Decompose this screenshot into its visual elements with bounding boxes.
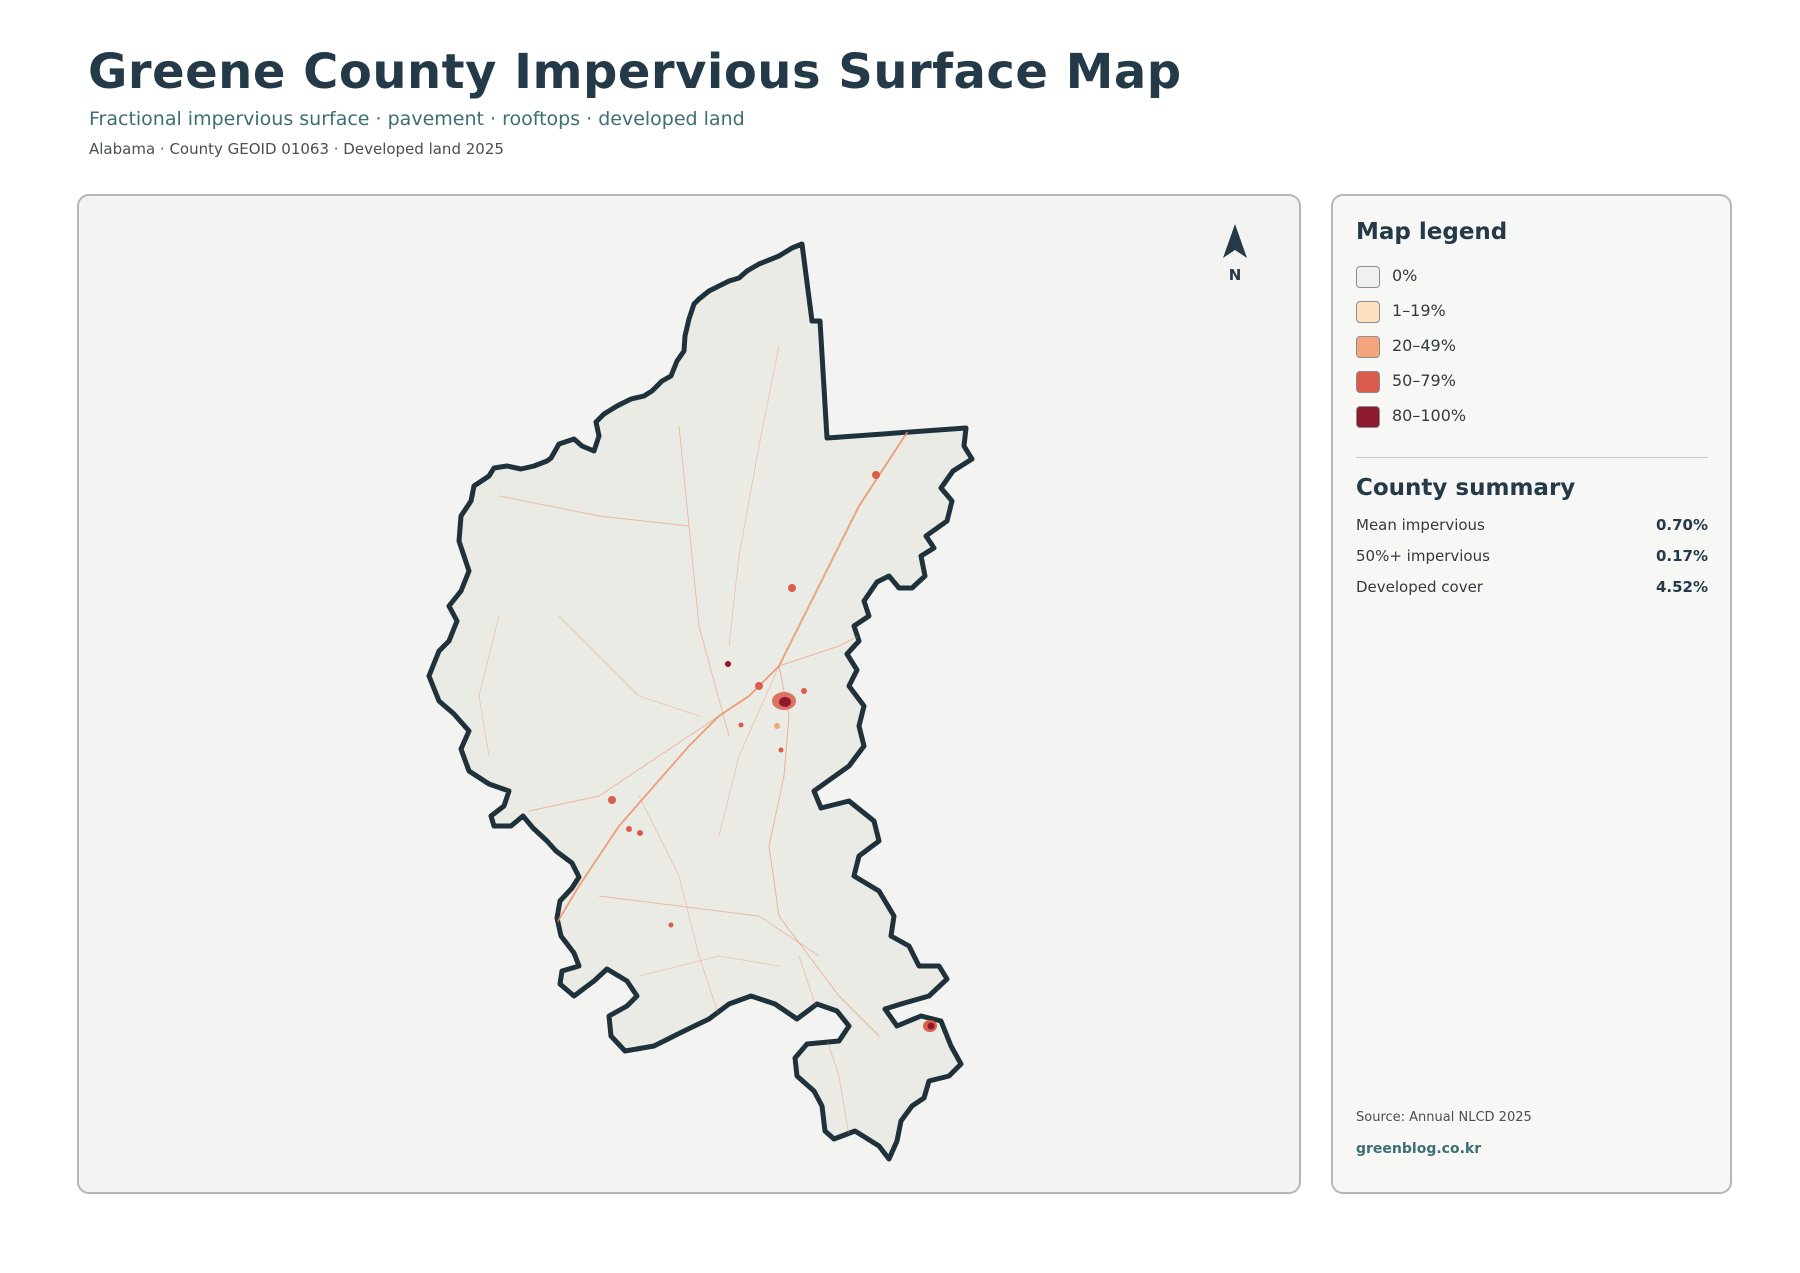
legend-item: 20–49% [1356, 336, 1466, 371]
union-core [927, 1022, 935, 1030]
town-spot [778, 747, 784, 753]
eutaw-core [779, 697, 791, 707]
town-spot [725, 661, 731, 667]
legend-list: 0% 1–19% 20–49% 50–79% 80–100% [1356, 266, 1466, 441]
summary-row: Developed cover 4.52% [1356, 578, 1708, 609]
town-spot [626, 826, 632, 832]
summary-label: Developed cover [1356, 578, 1483, 596]
town-spot [668, 922, 674, 928]
legend-swatch [1356, 301, 1380, 323]
north-label: N [1228, 266, 1242, 284]
legend-item: 1–19% [1356, 301, 1466, 336]
map-meta: Alabama · County GEOID 01063 · Developed… [89, 140, 504, 158]
town-spot [755, 682, 763, 690]
site-link[interactable]: greenblog.co.kr [1356, 1141, 1481, 1157]
town-spot [774, 723, 780, 729]
summary-label: 50%+ impervious [1356, 547, 1490, 565]
county-boundary [426, 241, 975, 1162]
legend-item: 50–79% [1356, 371, 1466, 406]
legend-title: Map legend [1356, 219, 1508, 245]
legend-item: 80–100% [1356, 406, 1466, 441]
page-title: Greene County Impervious Surface Map [88, 44, 1182, 100]
forkland-spot [788, 584, 796, 592]
town-spot [637, 830, 643, 836]
legend-swatch [1356, 266, 1380, 288]
legend-label: 80–100% [1392, 406, 1467, 425]
county-map[interactable] [79, 196, 1301, 1194]
legend-label: 50–79% [1392, 371, 1456, 390]
legend-swatch [1356, 336, 1380, 358]
legend-label: 20–49% [1392, 336, 1456, 355]
legend-swatch [1356, 406, 1380, 428]
summary-value: 4.52% [1655, 578, 1708, 596]
town-spot [738, 722, 744, 728]
legend-label: 1–19% [1392, 301, 1446, 320]
map-panel[interactable] [77, 194, 1301, 1194]
summary-row: 50%+ impervious 0.17% [1356, 547, 1708, 578]
town-spot [801, 688, 807, 694]
summary-title: County summary [1356, 475, 1576, 501]
legend-panel: Map legend 0% 1–19% 20–49% 50–79% 80–100… [1331, 194, 1732, 1194]
north-arrow: N [1220, 224, 1250, 284]
legend-swatch [1356, 371, 1380, 393]
legend-divider [1356, 457, 1708, 458]
legend-item: 0% [1356, 266, 1466, 301]
summary-label: Mean impervious [1356, 516, 1485, 534]
summary-row: Mean impervious 0.70% [1356, 516, 1708, 547]
north-arrow-icon [1223, 224, 1247, 258]
summary-table: Mean impervious 0.70% 50%+ impervious 0.… [1356, 516, 1708, 609]
summary-value: 0.17% [1655, 547, 1708, 565]
source-note: Source: Annual NLCD 2025 [1356, 1110, 1532, 1125]
summary-value: 0.70% [1655, 516, 1708, 534]
legend-label: 0% [1392, 266, 1418, 285]
boligee-spot [608, 796, 616, 804]
page-subtitle: Fractional impervious surface · pavement… [89, 108, 745, 130]
town-spot [872, 471, 880, 479]
